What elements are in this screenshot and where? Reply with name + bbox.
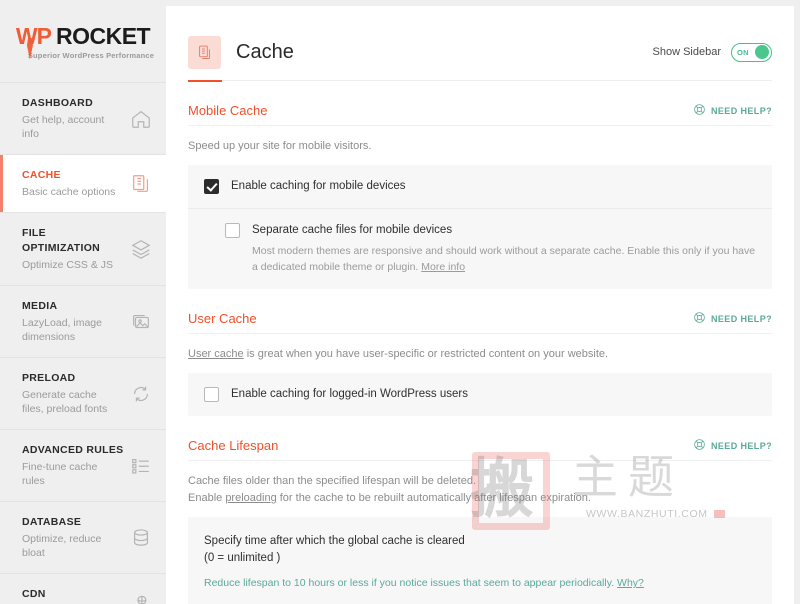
sidebar-item-file-optimization[interactable]: FILE OPTIMIZATION Optimize CSS & JS bbox=[0, 213, 166, 286]
sidebar-item-sub: Generate cache files, preload fonts bbox=[22, 389, 108, 415]
sidebar-item-preload[interactable]: PRELOAD Generate cache files, preload fo… bbox=[0, 358, 166, 430]
document-stack-icon bbox=[188, 35, 221, 69]
section-header: Cache Lifespan NEED HELP? bbox=[188, 438, 772, 461]
enable-mobile-cache-label: Enable caching for mobile devices bbox=[231, 180, 406, 192]
toggle-knob bbox=[755, 45, 769, 59]
user-cache-panel: Enable caching for logged-in WordPress u… bbox=[188, 373, 772, 416]
lifebuoy-icon bbox=[693, 311, 711, 326]
lifespan-note: Reduce lifespan to 10 hours or less if y… bbox=[204, 576, 756, 591]
sidebar-item-title: DASHBOARD bbox=[22, 97, 93, 109]
need-help-link-user-cache[interactable]: NEED HELP? bbox=[693, 311, 772, 326]
sidebar-item-sub: Basic cache options bbox=[22, 186, 116, 198]
need-help-label: NEED HELP? bbox=[710, 440, 772, 451]
sidebar-item-sub: Optimize CSS & JS bbox=[22, 259, 114, 271]
photos-icon bbox=[130, 311, 152, 333]
sidebar-item-dashboard[interactable]: DASHBOARD Get help, account info bbox=[0, 83, 166, 155]
wp-rocket-settings-page: WP ROCKET Superior WordPress Performance… bbox=[0, 0, 800, 604]
main-panel: Cache Show Sidebar ON Mobile Cache NEED … bbox=[166, 6, 794, 604]
enable-user-cache-label: Enable caching for logged-in WordPress u… bbox=[231, 388, 468, 400]
section-title: Cache Lifespan bbox=[188, 438, 279, 453]
sidebar-item-sub: Fine-tune cache rules bbox=[22, 461, 98, 487]
separate-cache-help-text: Most modern themes are responsive and sh… bbox=[252, 245, 756, 273]
logo-wordmark: WP ROCKET bbox=[15, 22, 151, 60]
sidebar: WP ROCKET Superior WordPress Performance… bbox=[0, 0, 166, 604]
layers-icon bbox=[130, 238, 152, 260]
enable-user-cache-row[interactable]: Enable caching for logged-in WordPress u… bbox=[188, 373, 772, 416]
section-title: User Cache bbox=[188, 311, 257, 326]
section-mobile-cache: Mobile Cache NEED HELP? Speed up your si… bbox=[188, 81, 772, 289]
database-icon bbox=[130, 527, 152, 549]
lifespan-desc-line2-pre: Enable bbox=[188, 492, 226, 504]
lifebuoy-icon bbox=[693, 103, 711, 118]
logo-tagline: Superior WordPress Performance bbox=[27, 50, 155, 60]
cdn-hand-icon bbox=[130, 592, 152, 604]
brand-logo: WP ROCKET Superior WordPress Performance bbox=[0, 0, 166, 82]
section-description: User cache is great when you have user-s… bbox=[188, 334, 772, 373]
section-cache-lifespan: Cache Lifespan NEED HELP? Cache files ol… bbox=[188, 416, 772, 604]
section-header: User Cache NEED HELP? bbox=[188, 311, 772, 334]
sidebar-item-sub: Get help, account info bbox=[22, 114, 105, 140]
section-description: Speed up your site for mobile visitors. bbox=[188, 140, 372, 152]
need-help-label: NEED HELP? bbox=[710, 313, 772, 324]
sidebar-item-title: CACHE bbox=[22, 169, 61, 181]
user-cache-desc-rest: is great when you have user-specific or … bbox=[243, 348, 609, 360]
toggle-state-label: ON bbox=[737, 47, 749, 57]
enable-user-cache-checkbox[interactable] bbox=[204, 387, 219, 402]
sidebar-item-title: PRELOAD bbox=[22, 372, 76, 384]
need-help-link-mobile-cache[interactable]: NEED HELP? bbox=[693, 103, 772, 118]
lifespan-field-title-line1: Specify time after which the global cach… bbox=[204, 535, 465, 547]
separate-cache-help: Most modern themes are responsive and sh… bbox=[252, 243, 756, 275]
lifespan-desc-line1: Cache files older than the specified lif… bbox=[188, 475, 477, 487]
lifespan-desc-line2-post: for the cache to be rebuilt automaticall… bbox=[276, 492, 591, 504]
sidebar-item-title: FILE OPTIMIZATION bbox=[22, 227, 101, 254]
section-description: Cache files older than the specified lif… bbox=[188, 461, 772, 517]
lifebuoy-icon bbox=[693, 438, 711, 453]
section-user-cache: User Cache NEED HELP? User cache is grea… bbox=[188, 289, 772, 416]
enable-mobile-cache-row[interactable]: Enable caching for mobile devices bbox=[188, 165, 772, 208]
more-info-link[interactable]: More info bbox=[421, 261, 465, 273]
user-cache-doc-link[interactable]: User cache bbox=[188, 348, 244, 360]
refresh-icon bbox=[130, 383, 152, 405]
sidebar-item-sub: LazyLoad, image dimensions bbox=[22, 317, 102, 343]
sidebar-item-database[interactable]: DATABASE Optimize, reduce bloat bbox=[0, 502, 166, 574]
section-header: Mobile Cache NEED HELP? bbox=[188, 103, 772, 126]
separate-cache-checkbox[interactable] bbox=[225, 223, 240, 238]
separate-cache-label: Separate cache files for mobile devices bbox=[252, 224, 453, 236]
sidebar-item-media[interactable]: MEDIA LazyLoad, image dimensions bbox=[0, 286, 166, 358]
sidebar-nav: DASHBOARD Get help, account info CACHE B… bbox=[0, 82, 166, 604]
logo-wp-text: WP bbox=[15, 22, 52, 49]
need-help-link-cache-lifespan[interactable]: NEED HELP? bbox=[693, 438, 772, 453]
sidebar-item-sub: Optimize, reduce bloat bbox=[22, 533, 102, 559]
sidebar-item-cache[interactable]: CACHE Basic cache options bbox=[0, 155, 166, 213]
page-header: Cache Show Sidebar ON bbox=[166, 6, 794, 80]
list-icon bbox=[130, 455, 152, 477]
enable-mobile-cache-checkbox[interactable] bbox=[204, 179, 219, 194]
settings-content: Mobile Cache NEED HELP? Speed up your si… bbox=[166, 81, 794, 604]
sidebar-item-title: CDN bbox=[22, 588, 46, 600]
separate-cache-row[interactable]: Separate cache files for mobile devices … bbox=[188, 208, 772, 289]
header-actions: Show Sidebar ON bbox=[652, 42, 772, 62]
sidebar-item-title: MEDIA bbox=[22, 300, 58, 312]
home-icon bbox=[130, 108, 152, 130]
why-link[interactable]: Why? bbox=[617, 577, 644, 589]
need-help-label: NEED HELP? bbox=[710, 105, 772, 116]
document-stack-icon bbox=[130, 173, 152, 195]
show-sidebar-label: Show Sidebar bbox=[652, 46, 722, 58]
cache-lifespan-panel: Specify time after which the global cach… bbox=[188, 517, 772, 604]
lifespan-field-title: Specify time after which the global cach… bbox=[204, 533, 756, 567]
sidebar-item-advanced-rules[interactable]: ADVANCED RULES Fine-tune cache rules bbox=[0, 430, 166, 502]
sidebar-item-cdn[interactable]: CDN Integrate your CDN bbox=[0, 574, 166, 604]
section-title: Mobile Cache bbox=[188, 103, 268, 118]
logo-rocket-text: ROCKET bbox=[55, 22, 151, 49]
show-sidebar-toggle[interactable]: ON bbox=[731, 42, 772, 62]
sidebar-item-title: DATABASE bbox=[22, 516, 82, 528]
sidebar-item-title: ADVANCED RULES bbox=[22, 444, 124, 456]
preloading-link[interactable]: preloading bbox=[225, 492, 276, 504]
header-divider bbox=[188, 80, 772, 82]
page-title: Cache bbox=[236, 40, 294, 63]
mobile-cache-panel: Enable caching for mobile devices Separa… bbox=[188, 165, 772, 289]
lifespan-field-title-line2: (0 = unlimited ) bbox=[204, 552, 281, 564]
lifespan-note-text: Reduce lifespan to 10 hours or less if y… bbox=[204, 577, 618, 589]
